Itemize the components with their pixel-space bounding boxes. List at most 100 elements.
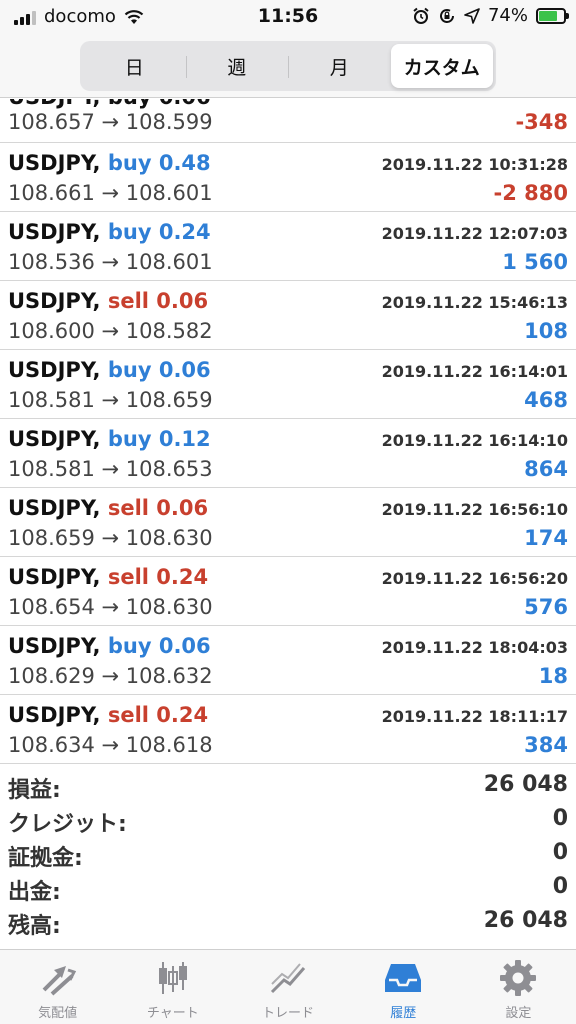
trade-direction: buy 0.06	[107, 634, 211, 658]
summary-value: 0	[552, 874, 568, 899]
trade-rows: USDJPY, buy 0.48 2019.11.22 10:31:28 108.6…	[0, 143, 576, 764]
gear-icon	[500, 960, 537, 996]
table-row[interactable]: USDJPY, sell 0.24 2019.11.22 16:56:20 108.…	[0, 557, 576, 626]
quotes-arrows-icon	[42, 966, 76, 996]
trade-direction: sell 0.24	[107, 565, 209, 589]
trade-prices: 108.657 → 108.599	[8, 110, 213, 134]
table-row[interactable]: USDJPY, buy 0.12 2019.11.22 16:14:10 108.5…	[0, 419, 576, 488]
tab-trade[interactable]: トレード	[230, 950, 345, 1024]
trade-symbol: USDJPY,	[8, 634, 101, 658]
battery-icon	[536, 7, 569, 24]
trade-time: 2019.11.22 15:46:13	[381, 293, 568, 312]
trade-time: 2019.11.22 10:31:28	[381, 155, 568, 174]
candlestick-icon	[158, 962, 187, 994]
trade-time: 2019.11.22 18:11:17	[381, 707, 568, 726]
trade-title: USDJPY, buy 0.48	[8, 151, 211, 175]
summary-profit: 損益: 26 048	[0, 770, 576, 804]
summary-withdrawal: 出金: 0	[0, 872, 576, 906]
trade-title: USDJPY, buy 0.06	[8, 358, 211, 382]
tab-label: チャート	[146, 1006, 199, 1021]
segment-month[interactable]: 月	[288, 44, 391, 88]
table-row[interactable]: USDJPY, sell 0.24 2019.11.22 18:11:17 108.…	[0, 695, 576, 764]
summary-label: クレジット:	[8, 812, 127, 837]
trade-time: 2019.11.22 16:14:10	[381, 431, 568, 450]
tab-label: トレード	[262, 1006, 315, 1021]
trade-profit: 108	[524, 319, 568, 343]
status-bar: docomo 11:56 74%	[0, 0, 576, 34]
trade-profit: 864	[524, 457, 568, 481]
summary-label: 証拠金:	[8, 846, 83, 871]
trade-time: 2019.11.22 18:04:03	[381, 638, 568, 657]
trade-profit: 576	[524, 595, 568, 619]
trade-symbol: USDJPY,	[8, 151, 101, 175]
battery-percent: 74%	[487, 5, 528, 26]
tab-chart[interactable]: チャート	[115, 950, 230, 1024]
trade-prices: 108.659 → 108.630	[8, 526, 213, 550]
location-arrow-icon	[464, 7, 480, 24]
tab-label: 設定	[505, 1006, 532, 1021]
tab-label: 気配値	[38, 1006, 78, 1021]
alarm-clock-icon	[413, 7, 429, 24]
summary-deposit: 証拠金: 0	[0, 838, 576, 872]
summary-label: 損益:	[8, 778, 61, 803]
table-row[interactable]: USDJPY, buy 0.06 2019.11.22 16:14:01 108.5…	[0, 350, 576, 419]
tab-settings[interactable]: 設定	[461, 950, 576, 1024]
summary-credit: クレジット: 0	[0, 804, 576, 838]
summary-value: 0	[552, 806, 568, 831]
status-right: 74%	[412, 5, 569, 26]
trade-profit: -2 880	[493, 181, 568, 205]
trade-symbol: USDJPY,	[8, 220, 101, 244]
trade-prices: 108.661 → 108.601	[8, 181, 213, 205]
trade-prices: 108.634 → 108.618	[8, 733, 213, 757]
trade-symbol: USDJPY,	[8, 496, 101, 520]
trade-direction: buy 0.48	[107, 151, 211, 175]
table-row[interactable]: USDJPY, buy 0.06 2019.11.22 18:04:03 108.6…	[0, 626, 576, 695]
trade-direction: sell 0.06	[107, 496, 209, 520]
table-row[interactable]: USDJPY, sell 0.06 2019.11.22 15:46:13 108.…	[0, 281, 576, 350]
trade-profit: 174	[524, 526, 568, 550]
trade-profit: 1 560	[502, 250, 568, 274]
tab-history[interactable]: 履歴	[346, 950, 461, 1024]
table-row[interactable]: USDJPY, buy 0.24 2019.11.22 12:07:03 108.5…	[0, 212, 576, 281]
trade-profit: -348	[515, 110, 568, 134]
table-row[interactable]: USDJPY, buy 0.06 108.657 → 108.599 -348	[0, 99, 576, 143]
trade-title: USDJPY, sell 0.24	[8, 703, 208, 727]
trade-direction: buy 0.24	[107, 220, 211, 244]
trade-prices: 108.600 → 108.582	[8, 319, 213, 343]
table-row[interactable]: USDJPY, buy 0.48 2019.11.22 10:31:28 108.6…	[0, 143, 576, 212]
trade-prices: 108.629 → 108.632	[8, 664, 213, 688]
trade-symbol: USDJPY,	[8, 289, 101, 313]
summary-value: 26 048	[483, 772, 568, 797]
history-summary: 損益: 26 048 クレジット: 0 証拠金: 0 出金: 0 残高: 26 …	[0, 770, 576, 940]
summary-value: 0	[552, 840, 568, 865]
segment-day[interactable]: 日	[83, 44, 186, 88]
trade-title: USDJPY, sell 0.06	[8, 496, 208, 520]
trade-title: USDJPY, buy 0.24	[8, 220, 211, 244]
trade-symbol: USDJPY,	[8, 703, 101, 727]
trade-time: 2019.11.22 12:07:03	[381, 224, 568, 243]
summary-value: 26 048	[483, 908, 568, 933]
trade-prices: 108.581 → 108.653	[8, 457, 213, 481]
trade-prices: 108.581 → 108.659	[8, 388, 213, 412]
segment-custom[interactable]: カスタム	[390, 44, 493, 88]
tab-quotes[interactable]: 気配値	[0, 950, 115, 1024]
rotation-lock-icon	[440, 8, 454, 23]
trade-title: USDJPY, buy 0.06	[8, 634, 211, 658]
table-row[interactable]: USDJPY, sell 0.06 2019.11.22 16:56:10 108.…	[0, 488, 576, 557]
summary-label: 残高:	[8, 914, 61, 939]
trade-title: USDJPY, sell 0.24	[8, 565, 208, 589]
summary-balance: 残高: 26 048	[0, 906, 576, 940]
trade-profit: 18	[538, 664, 568, 688]
trade-title: USDJPY, sell 0.06	[8, 289, 208, 313]
tab-bar: 気配値 チャート トレード 履歴 設定	[0, 949, 576, 1024]
segment-week[interactable]: 週	[185, 44, 289, 88]
trade-chart-icon	[270, 963, 306, 994]
trade-direction: sell 0.06	[107, 289, 209, 313]
period-segmented-control: 日 週 月 カスタム	[80, 41, 496, 91]
trade-history-list[interactable]: USDJPY, buy 0.06 108.657 → 108.599 -348 …	[0, 99, 576, 766]
trade-title-cut: USDJPY, buy 0.06	[8, 99, 211, 109]
trade-profit: 468	[524, 388, 568, 412]
trade-symbol: USDJPY,	[8, 358, 101, 382]
tab-label: 履歴	[390, 1006, 417, 1021]
period-header: 日 週 月 カスタム	[0, 34, 576, 98]
